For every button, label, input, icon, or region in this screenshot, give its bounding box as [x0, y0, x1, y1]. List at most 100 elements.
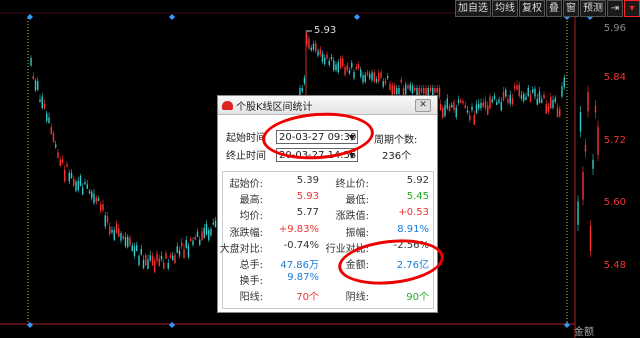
- candle-body: [453, 101, 455, 110]
- candle-body: [214, 220, 217, 228]
- period-count-label: 周期个数:: [374, 135, 418, 146]
- close-icon[interactable]: ✕: [415, 99, 431, 112]
- candle-body: [482, 102, 484, 107]
- candle-body: [511, 98, 514, 105]
- stat-value: 5.45: [406, 191, 429, 203]
- candle-body: [52, 133, 55, 142]
- stat-label: 振幅:: [345, 227, 369, 239]
- candle-body: [387, 75, 389, 79]
- app-logo-icon: [222, 100, 233, 110]
- candle-body: [429, 88, 432, 91]
- stat-label: 大盘对比:: [219, 243, 263, 255]
- candle-body: [194, 236, 196, 240]
- add-watchlist-button[interactable]: 加自选: [455, 0, 491, 17]
- candle-body: [48, 117, 50, 123]
- candle-body: [342, 58, 344, 66]
- candle-body: [154, 260, 156, 273]
- candle-body: [487, 105, 489, 115]
- candle-body: [561, 86, 563, 97]
- chart-toolbar: 加自选 均线 复权 叠 窗 预测 ⇥ ▾: [454, 0, 640, 17]
- time-marker-icon: [27, 14, 33, 20]
- time-marker-icon: [169, 322, 175, 328]
- candle-body: [196, 231, 199, 237]
- candle-body: [527, 87, 529, 96]
- candle-body: [91, 191, 93, 199]
- stat-value: 5.77: [296, 207, 319, 219]
- candle-body: [64, 169, 66, 182]
- candle-body: [199, 239, 201, 245]
- candle-body: [104, 215, 106, 227]
- candle-body: [205, 223, 208, 235]
- candle-body: [380, 72, 382, 78]
- candle-body: [312, 43, 315, 50]
- candle-body: [525, 96, 527, 101]
- candle-body: [315, 43, 317, 52]
- candle-body: [109, 226, 111, 234]
- adjust-price-button[interactable]: 复权: [519, 0, 545, 17]
- price-axis-label-3: 5.72: [603, 135, 626, 146]
- stats-row: 起始价: 5.39 终止价: 5.92: [218, 173, 439, 190]
- candle-body: [455, 107, 457, 117]
- candle-body: [509, 94, 511, 104]
- stat-label: 涨跌幅:: [229, 227, 263, 239]
- candle-body: [493, 95, 496, 100]
- candle-body: [106, 216, 109, 223]
- overlay-button[interactable]: 叠: [546, 0, 562, 17]
- candle-body: [489, 96, 491, 109]
- stat-value: 8.91%: [397, 223, 429, 235]
- candle-body: [357, 64, 360, 69]
- chevron-down-icon[interactable]: ▾: [624, 0, 640, 17]
- candle-body: [556, 107, 559, 118]
- candle-body: [93, 193, 95, 204]
- candle-body: [541, 99, 543, 103]
- moving-average-button[interactable]: 均线: [492, 0, 518, 17]
- candle-body: [147, 259, 149, 269]
- period-count-value: 236个: [382, 151, 412, 162]
- candle-body: [122, 236, 124, 239]
- candle-body: [41, 96, 43, 109]
- stat-label: 最高:: [239, 195, 263, 207]
- candle-body: [478, 103, 480, 109]
- candle-body: [484, 100, 487, 109]
- forecast-button[interactable]: 预测: [580, 0, 606, 17]
- candle-body: [407, 85, 409, 89]
- candle-body: [156, 253, 158, 262]
- candle-body: [547, 106, 550, 112]
- candle-body: [507, 98, 509, 103]
- candle-body: [127, 236, 129, 248]
- stat-value: +0.53: [398, 207, 429, 219]
- candle-body: [360, 69, 362, 77]
- candle-body: [423, 88, 425, 94]
- candle-body: [115, 223, 118, 233]
- candle-body: [57, 152, 59, 158]
- window-button[interactable]: 窗: [563, 0, 579, 17]
- candle-body: [30, 57, 32, 66]
- candle-body: [587, 91, 589, 112]
- stat-value: +9.83%: [278, 223, 319, 235]
- candle-body: [100, 204, 102, 211]
- candle-body: [160, 255, 163, 260]
- candle-body: [43, 103, 46, 109]
- peak-price-label: 5.93: [314, 25, 337, 36]
- candle-body: [178, 250, 181, 256]
- pin-icon[interactable]: ⇥: [607, 0, 623, 17]
- candle-body: [373, 72, 375, 82]
- candle-body: [208, 229, 210, 240]
- candle-body: [185, 239, 187, 249]
- candle-body: [411, 85, 414, 94]
- candle-body: [192, 240, 194, 246]
- candle-body: [181, 242, 183, 247]
- candle-body: [448, 105, 451, 112]
- candle-body: [39, 99, 41, 102]
- stat-value: 5.92: [406, 175, 429, 186]
- price-axis-label-4: 5.60: [603, 197, 626, 208]
- candle-body: [308, 38, 310, 49]
- candle-body: [136, 245, 138, 252]
- candle-body: [303, 77, 306, 84]
- candle-body: [210, 228, 212, 236]
- candle-body: [594, 105, 597, 113]
- candle-body: [396, 88, 398, 95]
- stats-row: 阳线: 70个 阴线: 90个: [218, 286, 439, 303]
- candle-body: [75, 181, 77, 192]
- candle-body: [142, 259, 145, 269]
